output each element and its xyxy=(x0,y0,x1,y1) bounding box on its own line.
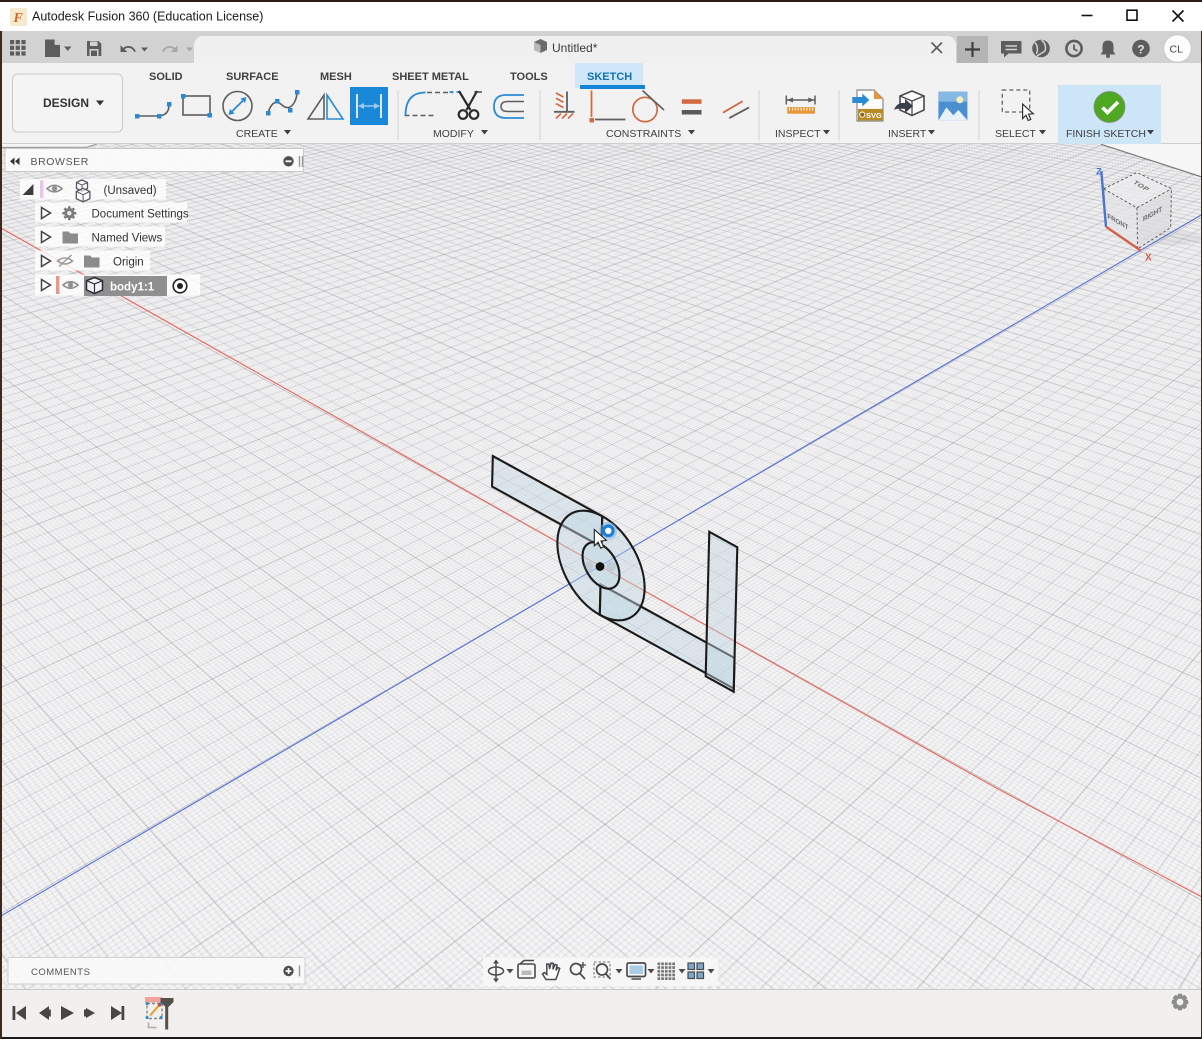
svg-text:INSPECT: INSPECT xyxy=(775,128,821,140)
svg-text:Autodesk Fusion 360 (Education: Autodesk Fusion 360 (Education License) xyxy=(32,10,263,24)
svg-text:INSERT: INSERT xyxy=(888,128,927,140)
svg-text:CL: CL xyxy=(1170,44,1184,56)
svg-text:Z: Z xyxy=(1096,167,1102,178)
svg-text:MODIFY: MODIFY xyxy=(433,128,474,140)
svg-text:Untitled*: Untitled* xyxy=(552,41,598,55)
svg-text:Origin: Origin xyxy=(113,257,144,269)
svg-text:body1:1: body1:1 xyxy=(110,282,155,294)
svg-text:SKETCH: SKETCH xyxy=(587,71,632,83)
svg-text:(Unsaved): (Unsaved) xyxy=(104,185,157,197)
svg-text:CREATE: CREATE xyxy=(236,128,278,140)
svg-text:?: ? xyxy=(1137,43,1144,57)
svg-text:SELECT: SELECT xyxy=(995,128,1036,140)
svg-text:FINISH SKETCH: FINISH SKETCH xyxy=(1066,128,1146,140)
svg-text:X: X xyxy=(1145,253,1152,264)
svg-text:COMMENTS: COMMENTS xyxy=(31,967,90,978)
svg-text:CONSTRAINTS: CONSTRAINTS xyxy=(606,128,681,140)
svg-text:Document Settings: Document Settings xyxy=(92,209,189,221)
svg-text:SURFACE: SURFACE xyxy=(226,71,279,83)
svg-text:SOLID: SOLID xyxy=(149,71,183,83)
svg-text:SHEET METAL: SHEET METAL xyxy=(392,71,469,83)
svg-text:DESIGN: DESIGN xyxy=(43,96,89,110)
svg-text:F: F xyxy=(13,11,24,26)
svg-text:BROWSER: BROWSER xyxy=(31,156,89,168)
svg-text:MESH: MESH xyxy=(320,71,352,83)
svg-text:TOOLS: TOOLS xyxy=(510,71,548,83)
svg-text:Named Views: Named Views xyxy=(92,233,163,245)
svg-text:SVG: SVG xyxy=(866,111,882,120)
